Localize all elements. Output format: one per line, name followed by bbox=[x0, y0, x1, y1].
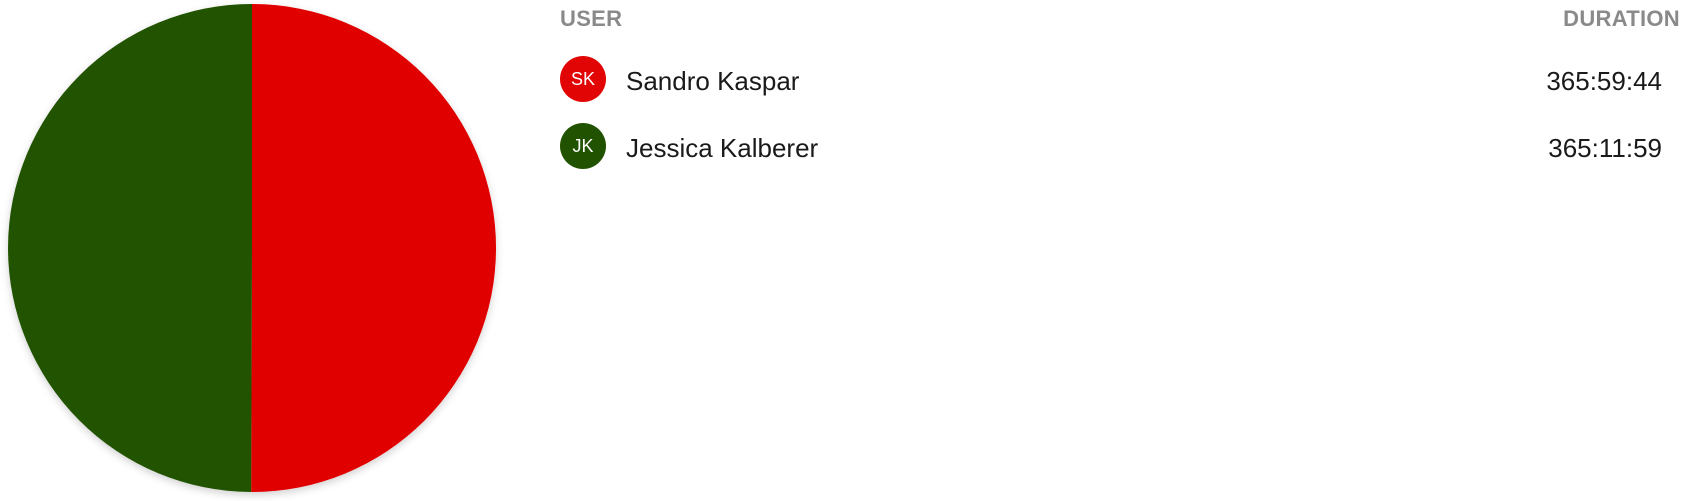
user-name: Jessica Kalberer bbox=[626, 133, 819, 163]
user-duration: 365:11:59 bbox=[1548, 133, 1662, 163]
header-user: USER bbox=[560, 6, 623, 31]
avatar: JK bbox=[560, 123, 606, 169]
pie-chart-svg bbox=[8, 3, 497, 493]
pie-slice-jk[interactable] bbox=[8, 4, 252, 492]
user-name: Sandro Kaspar bbox=[626, 66, 800, 96]
user-duration-table: USER DURATION SK Sandro Kaspar 365:59:44… bbox=[560, 0, 1680, 501]
header-duration: DURATION bbox=[1563, 6, 1680, 31]
pie-slice-sk[interactable] bbox=[251, 3, 497, 493]
user-duration: 365:59:44 bbox=[1546, 66, 1662, 96]
avatar: SK bbox=[560, 56, 606, 102]
user-duration-pie-chart bbox=[0, 0, 520, 501]
table-row[interactable]: SK Sandro Kaspar 365:59:44 bbox=[560, 56, 1680, 104]
table-row[interactable]: JK Jessica Kalberer 365:11:59 bbox=[560, 123, 1680, 171]
table-header: USER DURATION bbox=[560, 6, 1680, 36]
